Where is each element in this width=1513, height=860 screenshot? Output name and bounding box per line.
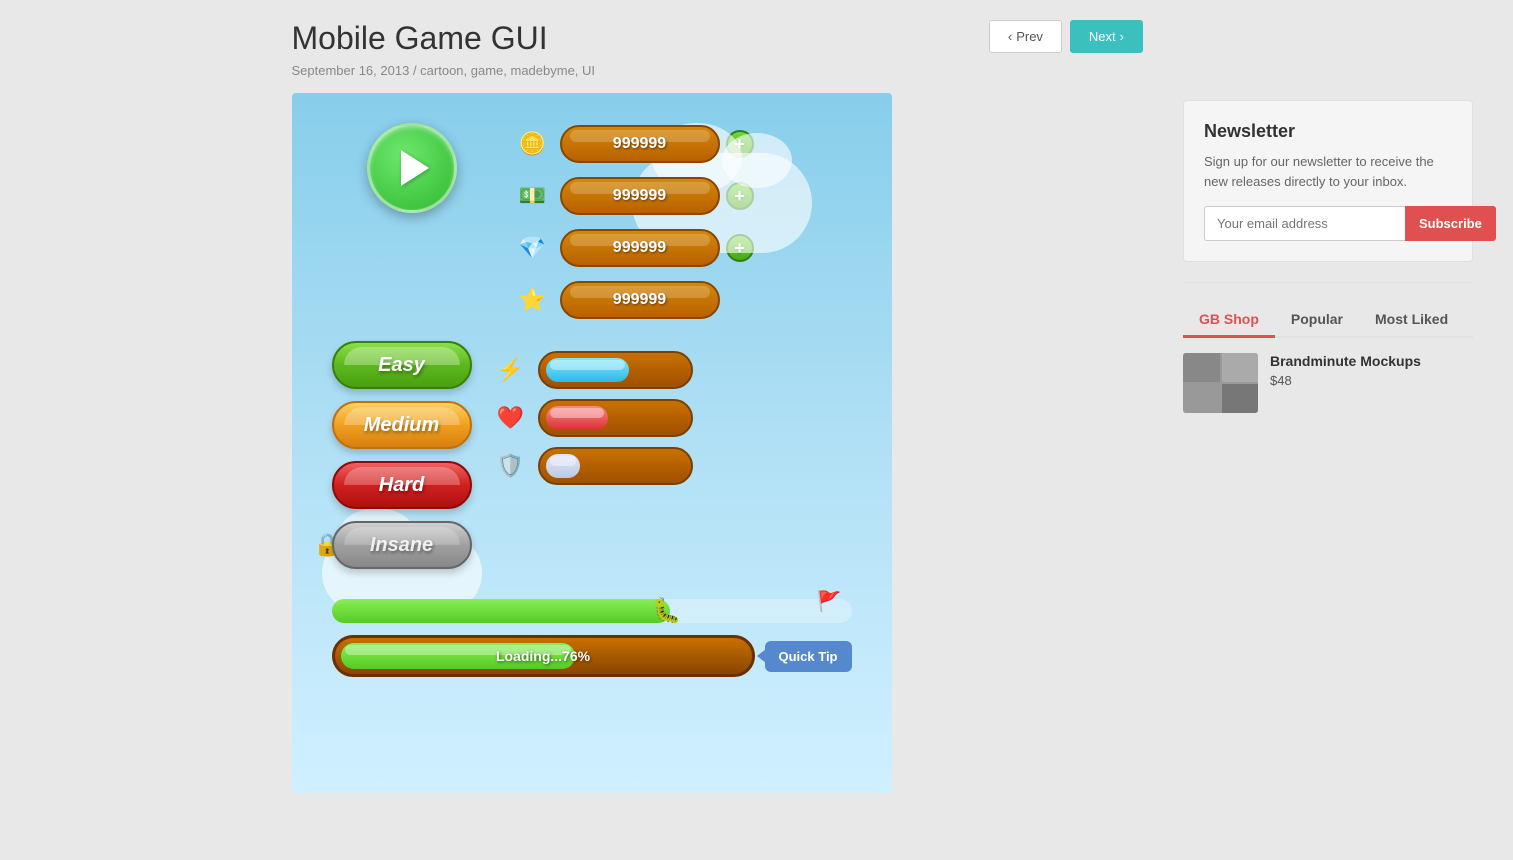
tabs-container: GB Shop Popular Most Liked Brandminute M…: [1183, 303, 1473, 413]
coins-bar: 999999: [560, 125, 720, 163]
thumb-cell-2: [1222, 353, 1259, 382]
prev-button[interactable]: ‹ Prev: [989, 20, 1062, 53]
health-icon: ❤️: [492, 399, 530, 437]
cash-icon: 💵: [512, 175, 554, 217]
easy-button[interactable]: Easy: [332, 341, 472, 389]
hard-button[interactable]: Hard: [332, 461, 472, 509]
newsletter-description: Sign up for our newsletter to receive th…: [1204, 152, 1452, 191]
thumb-cell-1: [1183, 353, 1220, 382]
energy-row: ⚡: [492, 351, 693, 389]
flag-icon: 🚩: [817, 589, 842, 614]
health-bar-outer: [538, 399, 693, 437]
energy-bar-outer: [538, 351, 693, 389]
game-gui-container: 🪙 999999 + 💵 999999 +: [292, 93, 892, 793]
post-title: Mobile Game GUI: [292, 20, 892, 57]
shop-item-price: $48: [1270, 373, 1421, 388]
cash-bar: 999999: [560, 177, 720, 215]
worm-track: 🐛 🚩: [332, 599, 852, 623]
loading-container: Loading...76% Quick Tip: [332, 635, 852, 677]
stars-value: 999999: [572, 291, 708, 309]
gems-bar: 999999: [560, 229, 720, 267]
progress-bars-panel: ⚡ ❤️: [492, 341, 693, 569]
subscribe-button[interactable]: Subscribe: [1405, 206, 1496, 241]
shop-info: Brandminute Mockups $48: [1270, 353, 1421, 388]
shop-item: Brandminute Mockups $48: [1183, 353, 1473, 413]
sidebar: Newsletter Sign up for our newsletter to…: [1183, 20, 1473, 793]
worm-progress-fill: 🐛: [332, 599, 670, 623]
stars-bar: 999999: [560, 281, 720, 319]
gems-icon: 💎: [512, 227, 554, 269]
quick-tip-button[interactable]: Quick Tip: [765, 641, 852, 672]
difficulty-buttons-panel: Easy Medium Hard 🔒 Insane: [332, 341, 472, 569]
bottom-section: 🐛 🚩 Loading...76% Quick Tip: [332, 599, 852, 677]
energy-icon: ⚡: [492, 351, 530, 389]
loading-bar: Loading...76%: [332, 635, 755, 677]
coin-icon: 🪙: [512, 123, 554, 165]
energy-bar-fill: [546, 358, 629, 382]
loading-text: Loading...76%: [335, 638, 752, 674]
next-button[interactable]: Next ›: [1070, 20, 1143, 53]
tab-gb-shop[interactable]: GB Shop: [1183, 303, 1275, 338]
shield-row: 🛡️: [492, 447, 693, 485]
divider: [1183, 282, 1473, 283]
shop-thumbnail: [1183, 353, 1258, 413]
stars-resource: ⭐ 999999: [512, 279, 754, 321]
coins-value: 999999: [572, 135, 708, 153]
newsletter-form: Subscribe: [1204, 206, 1452, 241]
prev-arrow-icon: ‹: [1008, 29, 1012, 44]
thumb-cell-4: [1222, 384, 1259, 413]
tab-most-liked[interactable]: Most Liked: [1359, 303, 1464, 338]
thumb-cell-3: [1183, 384, 1220, 413]
email-input[interactable]: [1204, 206, 1405, 241]
shield-bar-fill: [546, 454, 581, 478]
newsletter-box: Newsletter Sign up for our newsletter to…: [1183, 100, 1473, 262]
cash-value: 999999: [572, 187, 708, 205]
post-tags: cartoon, game, madebyme, UI: [420, 63, 595, 78]
play-button[interactable]: [367, 123, 457, 213]
stars-icon: ⭐: [512, 279, 554, 321]
medium-button[interactable]: Medium: [332, 401, 472, 449]
post-date: September 16, 2013: [292, 63, 410, 78]
newsletter-title: Newsletter: [1204, 121, 1452, 142]
post-meta: September 16, 2013 / cartoon, game, made…: [292, 63, 892, 78]
play-icon: [401, 150, 429, 186]
next-arrow-icon: ›: [1120, 29, 1124, 44]
shield-icon: 🛡️: [492, 447, 530, 485]
gems-value: 999999: [572, 239, 708, 257]
worm-icon: 🐛: [652, 597, 682, 626]
shop-item-name: Brandminute Mockups: [1270, 353, 1421, 369]
health-row: ❤️: [492, 399, 693, 437]
insane-button[interactable]: Insane: [332, 521, 472, 569]
health-bar-fill: [546, 406, 609, 430]
tabs-header: GB Shop Popular Most Liked: [1183, 303, 1473, 338]
shield-bar-outer: [538, 447, 693, 485]
tab-popular[interactable]: Popular: [1275, 303, 1359, 338]
